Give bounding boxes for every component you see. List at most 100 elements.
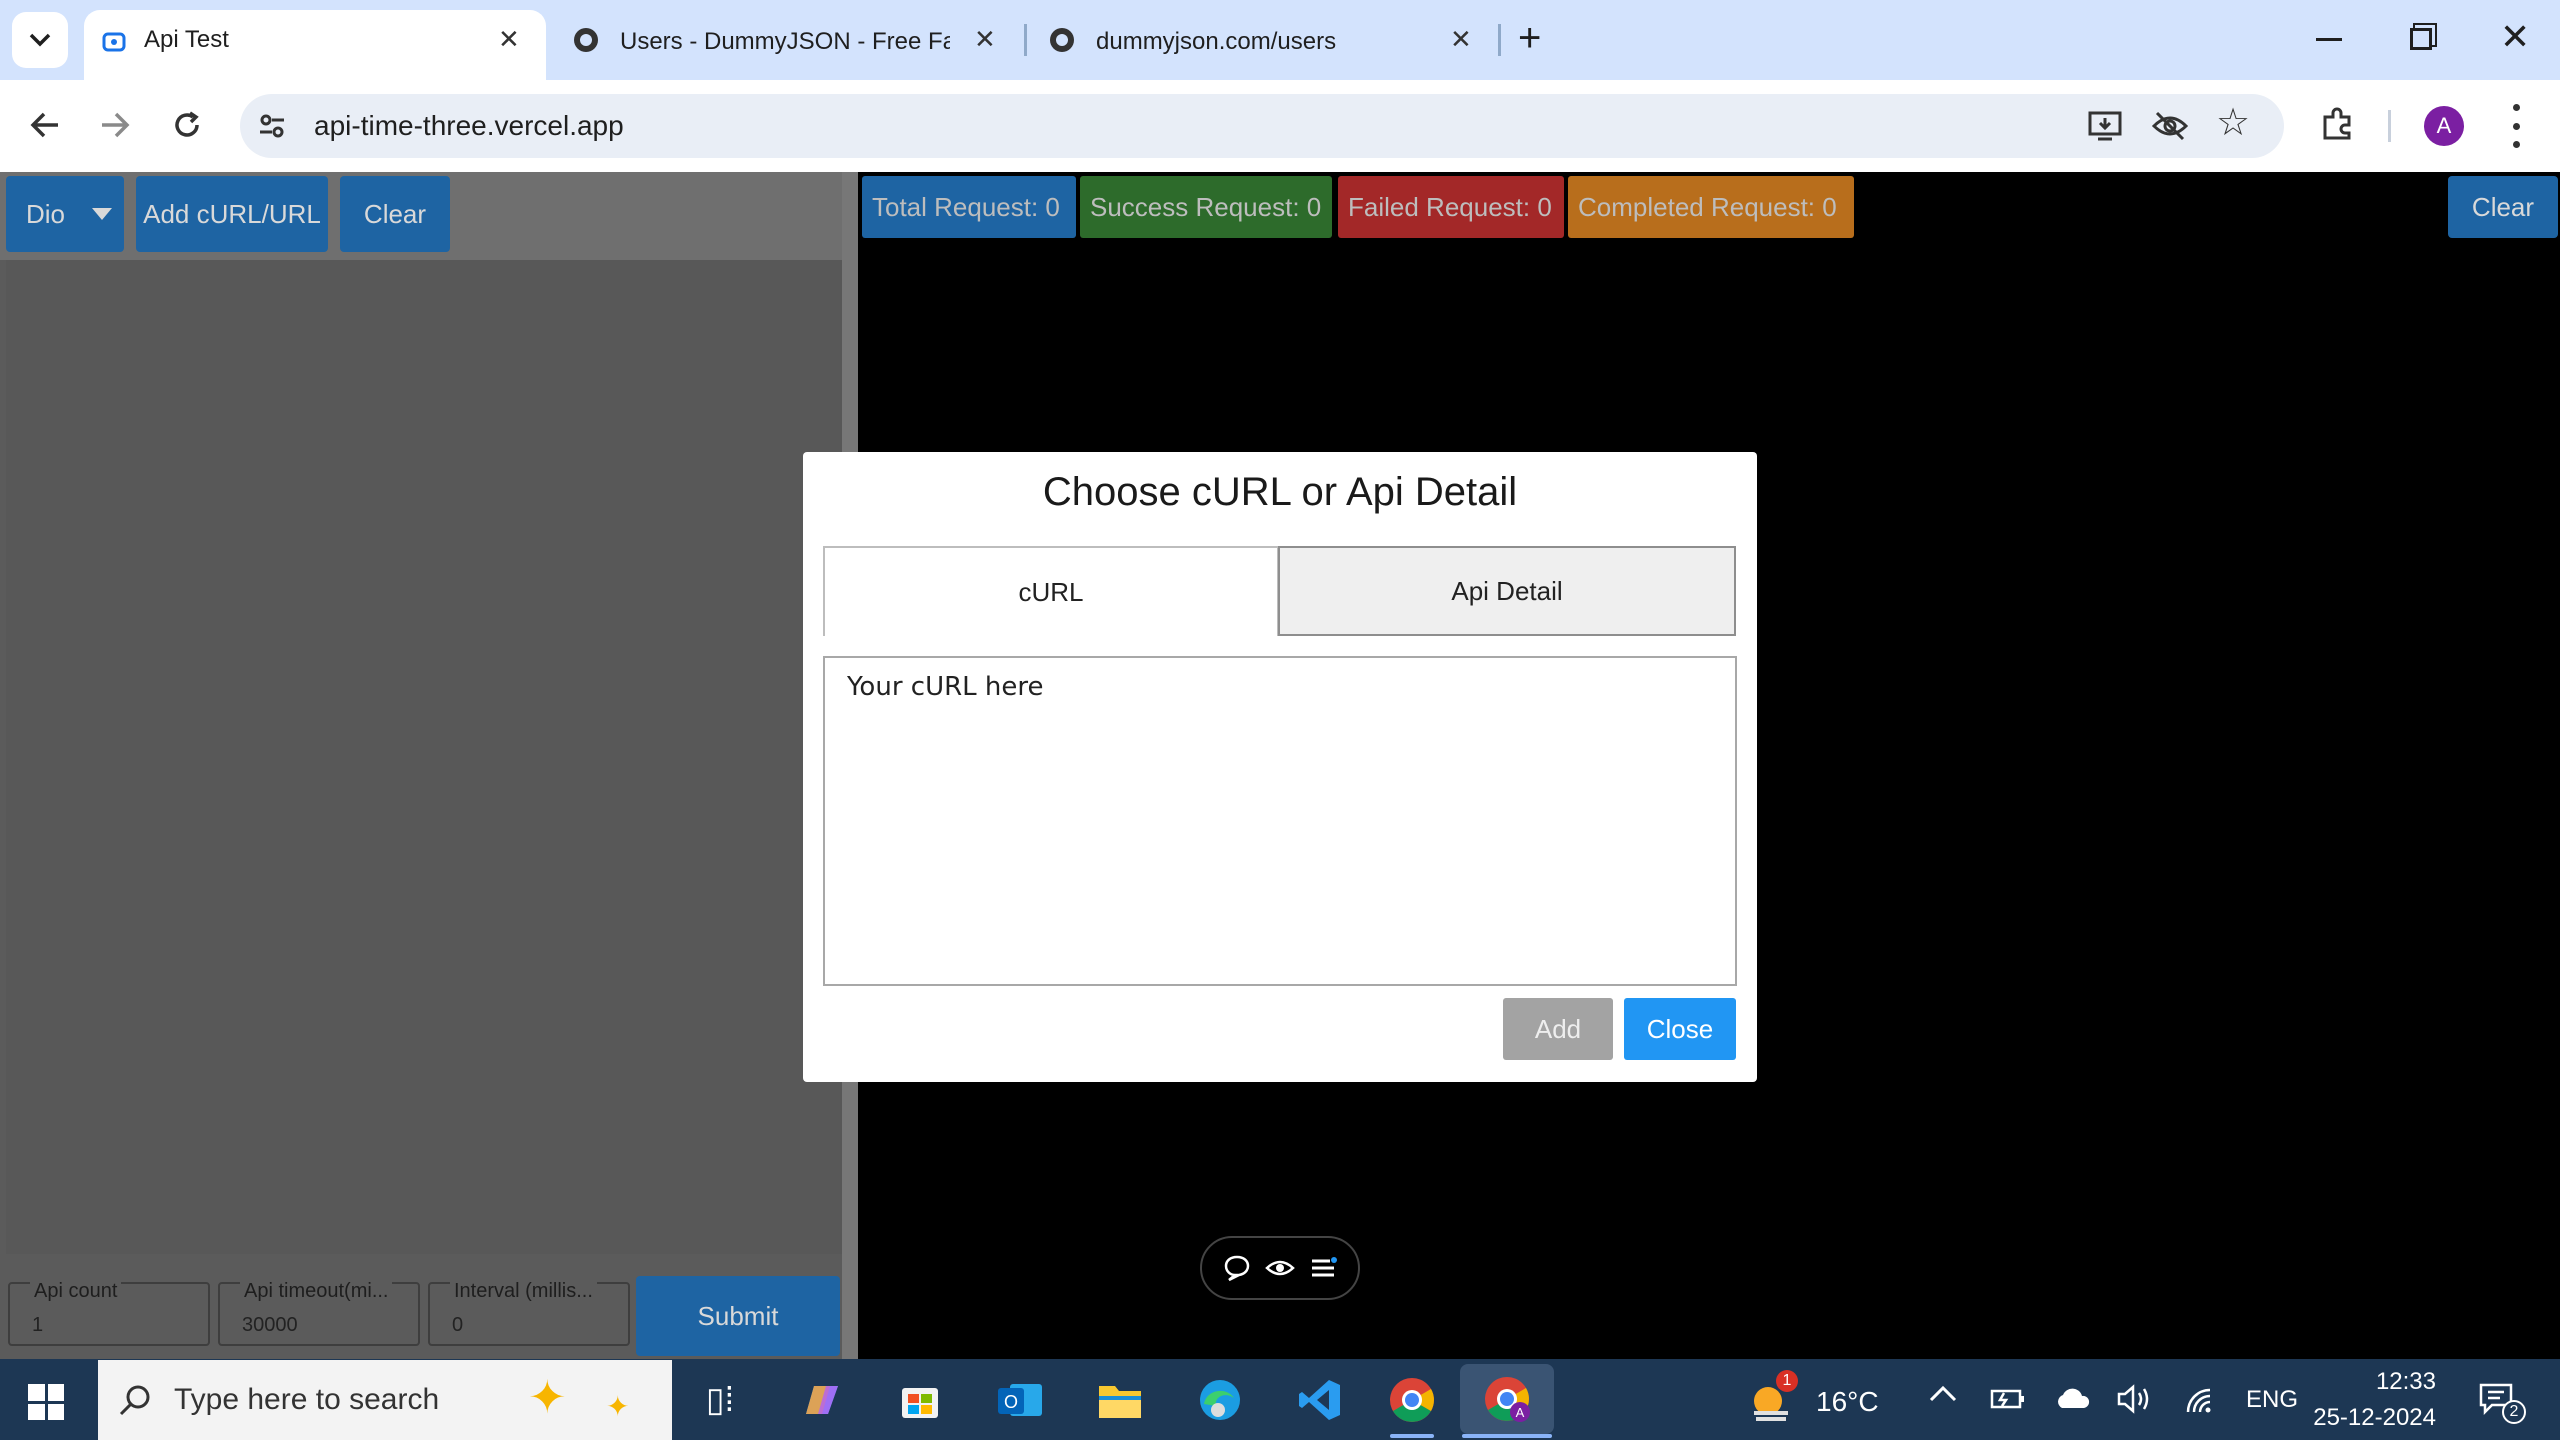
curl-placeholder: Your cURL here	[847, 672, 1044, 702]
back-icon[interactable]	[20, 100, 70, 150]
svg-text:O: O	[1004, 1392, 1018, 1412]
api-count-label: Api count	[30, 1280, 122, 1303]
vscode-icon[interactable]	[1290, 1370, 1350, 1430]
eye-slash-icon[interactable]	[2152, 110, 2188, 142]
bookmark-star-icon[interactable]: ☆	[2216, 100, 2250, 145]
new-tab-plus-icon[interactable]: +	[1518, 16, 1541, 61]
tab-search-button[interactable]	[12, 12, 68, 68]
minimize-window-icon[interactable]	[2316, 38, 2342, 41]
clear-stats-button[interactable]: Clear	[2448, 176, 2558, 238]
windows-start-icon[interactable]	[28, 1384, 64, 1420]
toolbar-separator	[2388, 110, 2391, 142]
interval-value: 0	[452, 1314, 464, 1336]
forward-icon[interactable]	[90, 100, 140, 150]
tab-title: Users - DummyJSON - Free Fak	[620, 28, 950, 55]
chevron-up-icon	[1929, 1385, 1957, 1402]
caret-down-icon	[92, 208, 112, 220]
tab-title: Api Test	[144, 26, 229, 53]
total-request-badge: Total Request: 0	[862, 176, 1076, 238]
battery-charging-icon[interactable]	[1990, 1386, 2026, 1412]
chrome-running-indicator	[1390, 1434, 1434, 1438]
copilot-app-icon[interactable]	[790, 1370, 850, 1430]
tab-api-test[interactable]: Api Test ✕	[84, 10, 546, 80]
chrome-icon[interactable]	[1378, 1370, 1446, 1430]
volume-icon[interactable]	[2116, 1384, 2152, 1414]
failed-request-badge: Failed Request: 0	[1338, 176, 1564, 238]
curl-list-area	[6, 260, 842, 1254]
svg-text:A: A	[1516, 1405, 1525, 1420]
api-timeout-value: 30000	[242, 1314, 298, 1336]
notification-count: 2	[2502, 1400, 2526, 1424]
site-favicon-icon	[102, 32, 126, 52]
search-placeholder: Type here to search	[174, 1383, 440, 1416]
weather-widget[interactable]: 1 16°C	[1746, 1370, 1879, 1430]
client-dropdown-label: Dio	[26, 198, 66, 229]
active-app-indicator	[1462, 1434, 1552, 1438]
microsoft-store-icon[interactable]	[890, 1370, 950, 1430]
chrome-menu-icon[interactable]	[2508, 104, 2524, 148]
show-hidden-icons[interactable]	[1928, 1384, 1958, 1402]
file-explorer-icon[interactable]	[1090, 1370, 1150, 1430]
comment-icon[interactable]	[1223, 1254, 1251, 1282]
tab-api-detail[interactable]: Api Detail	[1278, 546, 1736, 636]
extensions-icon[interactable]	[2316, 102, 2360, 146]
api-timeout-label: Api timeout(mi...	[240, 1280, 393, 1303]
profile-initial: A	[2436, 113, 2452, 138]
weather-badge: 1	[1776, 1370, 1798, 1392]
interval-field[interactable]: Interval (millis... 0	[428, 1280, 630, 1346]
add-button[interactable]: Add	[1503, 998, 1613, 1060]
close-window-icon[interactable]: ✕	[2500, 16, 2530, 58]
wifi-icon[interactable]	[2184, 1386, 2214, 1414]
clear-left-button[interactable]: Clear	[340, 176, 450, 252]
dummyjson-favicon-icon	[1050, 28, 1074, 52]
api-count-field[interactable]: Api count 1	[8, 1280, 210, 1346]
clock-time: 12:33	[2375, 1368, 2436, 1395]
edge-profile-icon[interactable]	[1190, 1370, 1250, 1430]
install-app-icon[interactable]	[2088, 110, 2122, 142]
search-icon	[119, 1385, 150, 1416]
tab-divider	[1498, 24, 1501, 56]
add-curl-button[interactable]: Add cURL/URL	[136, 176, 328, 252]
client-dropdown[interactable]: Dio	[6, 176, 124, 252]
copilot-sparkle-icon: ✦	[528, 1371, 567, 1423]
api-timeout-field[interactable]: Api timeout(mi... 30000	[218, 1280, 420, 1346]
chevron-down-icon	[29, 33, 51, 47]
outlook-icon[interactable]: O	[990, 1370, 1050, 1430]
onedrive-cloud-icon[interactable]	[2054, 1386, 2090, 1410]
task-view-icon[interactable]: ▯⁞	[690, 1370, 750, 1430]
tab-dummyjson-users[interactable]: Users - DummyJSON - Free Fak ✕	[556, 0, 1016, 80]
sparkle-small-icon: ✦	[606, 1391, 630, 1422]
dialog-title: Choose cURL or Api Detail	[1042, 470, 1518, 514]
close-tab-icon[interactable]: ✕	[1450, 24, 1472, 55]
clock[interactable]: 12:33 25-12-2024	[2312, 1364, 2436, 1436]
menu-lines-icon[interactable]	[1309, 1256, 1337, 1280]
language-indicator[interactable]: ENG	[2246, 1386, 2298, 1414]
profile-avatar[interactable]: A	[2424, 106, 2464, 146]
interval-label: Interval (millis...	[450, 1280, 597, 1303]
close-tab-icon[interactable]: ✕	[974, 24, 996, 55]
dummyjson-favicon-icon	[574, 28, 598, 52]
site-settings-icon[interactable]	[256, 110, 288, 142]
floating-tool-bar	[1200, 1236, 1360, 1300]
restore-window-icon[interactable]	[2410, 28, 2432, 50]
clock-date: 25-12-2024	[2313, 1404, 2436, 1431]
curl-textarea[interactable]: Your cURL here	[823, 656, 1737, 986]
tab-title: dummyjson.com/users	[1096, 28, 1337, 55]
chrome-profile-active-icon[interactable]: A	[1460, 1364, 1554, 1434]
eye-icon[interactable]	[1265, 1256, 1295, 1280]
reload-icon[interactable]	[162, 100, 212, 150]
tab-dummyjson-api[interactable]: dummyjson.com/users ✕	[1032, 0, 1492, 80]
url-text: api-time-three.vercel.app	[314, 110, 624, 141]
success-request-badge: Success Request: 0	[1080, 176, 1332, 238]
weather-temperature: 16°C	[1816, 1386, 1879, 1417]
api-count-value: 1	[32, 1314, 44, 1336]
close-button[interactable]: Close	[1624, 998, 1736, 1060]
address-bar[interactable]: api-time-three.vercel.app ☆	[240, 94, 2284, 158]
taskbar-search-box[interactable]: Type here to search ✦ ✦	[98, 1360, 672, 1440]
close-tab-icon[interactable]: ✕	[498, 24, 520, 55]
submit-button[interactable]: Submit	[636, 1276, 840, 1356]
tab-curl[interactable]: cURL	[823, 546, 1279, 636]
completed-request-badge: Completed Request: 0	[1568, 176, 1854, 238]
tab-divider	[1024, 24, 1027, 56]
notification-center[interactable]: 2	[2478, 1382, 2526, 1424]
